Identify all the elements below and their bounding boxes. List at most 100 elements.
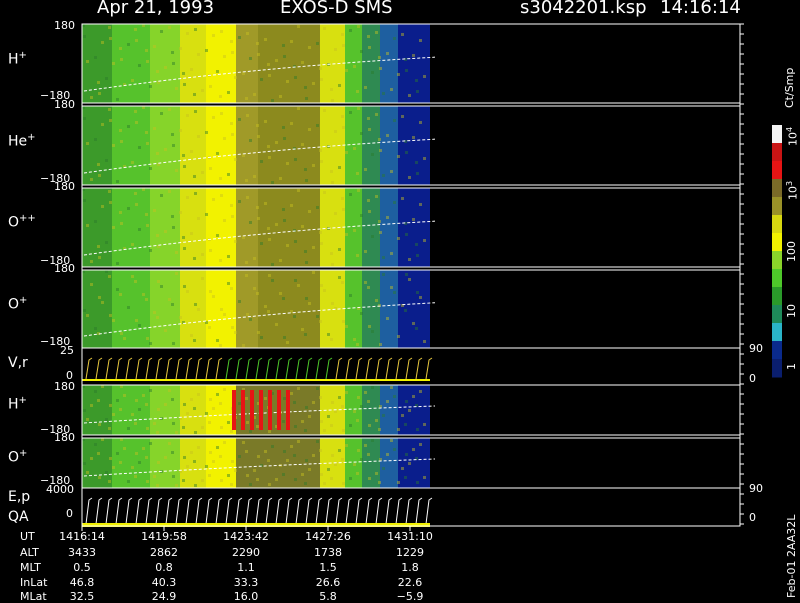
spectrogram-speckle (164, 403, 167, 406)
spectrogram-speckle (290, 40, 293, 43)
spectrogram-speckle (367, 199, 370, 202)
spectrogram-speckle (401, 115, 404, 118)
colorbar-segment (772, 179, 782, 198)
spectrogram-speckle (112, 144, 115, 147)
spectrogram-speckle (345, 391, 348, 394)
spectrogram-speckle (109, 404, 112, 407)
spectrogram-speckle (405, 151, 408, 154)
spectrogram-speckle (368, 128, 371, 131)
spectrogram-speckle (330, 170, 333, 173)
spectrogram-speckle (201, 89, 204, 92)
spectrogram-band (362, 188, 380, 267)
spectrogram-speckle (342, 44, 345, 47)
spectrogram-speckle (364, 281, 367, 284)
spectrogram-speckle (83, 199, 86, 202)
spectrogram-speckle (356, 172, 359, 175)
spectrogram-speckle (341, 197, 344, 200)
spectrogram-speckle (157, 280, 160, 283)
panel-6-ymax: 180 (54, 380, 75, 393)
spectrogram-speckle (375, 419, 378, 422)
spectrogram-speckle (138, 324, 141, 327)
ephemeris-cell: 1229 (396, 546, 424, 559)
spectrogram-band (150, 385, 180, 435)
spectrogram-speckle (267, 63, 270, 66)
spectrogram-speckle (316, 124, 319, 127)
spectrogram-speckle (172, 342, 175, 345)
spectrogram-band (236, 188, 258, 267)
colorbar-tick-10: 10 (785, 304, 798, 318)
spectrogram-speckle (134, 280, 137, 283)
spectrogram-speckle (386, 216, 389, 219)
spectrogram-speckle (131, 466, 134, 469)
spectrogram-speckle (378, 138, 381, 141)
spectrogram-speckle (183, 247, 186, 250)
spectrogram-speckle (190, 232, 193, 235)
spectrogram-speckle (415, 79, 418, 82)
spectrogram-speckle (105, 418, 108, 421)
spectrogram-speckle (135, 399, 138, 402)
spectrogram-speckle (360, 132, 363, 135)
spectrogram-speckle (197, 308, 200, 311)
spectrogram-speckle (193, 460, 196, 463)
spectrogram-speckle (416, 291, 419, 294)
spectrogram-speckle (286, 162, 289, 165)
spectrogram-speckle (101, 123, 104, 126)
spectrogram-speckle (186, 114, 189, 117)
spectrogram-speckle (179, 47, 182, 50)
spectrogram-speckle (297, 25, 300, 28)
spectrogram-speckle (331, 302, 334, 305)
spectrogram-speckle (175, 169, 178, 172)
spectrogram-speckle (209, 85, 212, 88)
spectrogram-speckle (119, 129, 122, 132)
spectrogram-speckle (145, 213, 148, 216)
spectrogram-speckle (342, 482, 345, 485)
spectrogram-speckle (168, 26, 171, 29)
spectrogram-speckle (308, 210, 311, 213)
spectrogram-speckle (127, 480, 130, 483)
spectrogram-speckle (368, 477, 371, 480)
spectrogram-speckle (416, 481, 419, 484)
spectrogram-speckle (305, 97, 308, 100)
spectrogram-speckle (312, 401, 315, 404)
spectrogram-speckle (294, 425, 297, 428)
spectrogram-speckle (386, 453, 389, 456)
colorbar-segment (772, 323, 782, 342)
high-flux-streak (268, 390, 272, 430)
spectrogram-speckle (253, 175, 256, 178)
spectrogram-speckle (119, 461, 122, 464)
spectrogram-speckle (97, 163, 100, 166)
spectrogram-speckle (368, 424, 371, 427)
spectrogram-speckle (223, 441, 226, 444)
ephemeris-cell: 1416:14 (59, 530, 105, 543)
spectrogram-speckle (212, 116, 215, 119)
spectrogram-speckle (127, 43, 130, 46)
spectrogram-speckle (386, 400, 389, 403)
spectrogram-speckle (190, 451, 193, 454)
spectrogram-speckle (86, 224, 89, 227)
spectrogram-speckle (423, 239, 426, 242)
spectrogram-speckle (382, 273, 385, 276)
spectrogram-speckle (230, 430, 233, 433)
spectrogram-speckle (393, 37, 396, 40)
spectrogram-speckle (323, 289, 326, 292)
spectrogram-speckle (415, 161, 418, 164)
spectrogram-speckle (256, 292, 259, 295)
spectrogram-speckle (131, 79, 134, 82)
spectrogram-speckle (341, 33, 344, 36)
spectrogram-speckle (375, 472, 378, 475)
spectrogram-speckle (371, 153, 374, 156)
spectrogram-speckle (197, 393, 200, 396)
high-flux-streak (241, 390, 245, 430)
spectrogram-speckle (267, 145, 270, 148)
spectrogram-speckle (393, 291, 396, 294)
spectrogram-speckle (327, 415, 330, 418)
spectrogram-band (112, 438, 150, 488)
spectrogram-speckle (194, 431, 197, 434)
spectrogram-band (236, 438, 258, 488)
spectrogram-speckle (171, 398, 174, 401)
spectrogram-speckle (368, 325, 371, 328)
spectrogram-speckle (231, 133, 234, 136)
spectrogram-speckle (101, 301, 104, 304)
spectrogram-speckle (319, 149, 322, 152)
spectrogram-speckle (98, 423, 101, 426)
